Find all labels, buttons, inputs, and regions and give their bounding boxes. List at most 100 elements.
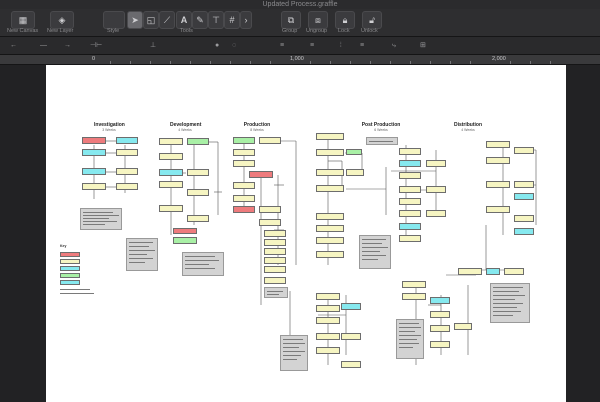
diagram-tool[interactable]: ⊤ [208, 11, 224, 29]
process-node[interactable] [426, 186, 446, 193]
process-node[interactable] [159, 181, 183, 188]
process-node[interactable] [316, 185, 344, 192]
process-node[interactable] [399, 210, 421, 217]
process-node[interactable] [116, 137, 138, 144]
process-node[interactable] [430, 311, 450, 318]
notes-block[interactable] [359, 235, 391, 269]
fill-icon[interactable]: ● [215, 41, 219, 50]
align-right-icon[interactable]: ≡ [360, 41, 364, 50]
process-node[interactable] [341, 333, 361, 340]
notes-block[interactable] [182, 252, 224, 276]
process-node[interactable] [264, 266, 286, 273]
process-node[interactable] [504, 268, 524, 275]
lock-button[interactable]: 🔒︎ [335, 11, 355, 29]
process-node[interactable] [259, 219, 281, 226]
process-node[interactable] [316, 213, 344, 220]
process-node[interactable] [430, 325, 450, 332]
process-node[interactable] [264, 230, 286, 237]
align-left-icon[interactable]: ≡ [280, 41, 284, 50]
process-node[interactable] [486, 157, 510, 164]
process-node[interactable] [264, 257, 286, 264]
pen-tool[interactable]: ✎ [192, 11, 208, 29]
process-node[interactable] [486, 181, 510, 188]
notes-block[interactable] [126, 238, 158, 271]
new-layer-button[interactable]: ◈ [50, 11, 74, 29]
notes-block[interactable] [490, 283, 530, 323]
text-tool[interactable]: A [176, 11, 192, 29]
process-node[interactable] [341, 303, 361, 310]
process-node[interactable] [187, 189, 209, 196]
text-baseline-icon[interactable]: ⊥ [150, 41, 156, 50]
process-node[interactable] [399, 160, 421, 167]
process-node[interactable] [233, 182, 255, 189]
stroke-color-icon[interactable]: ◌ [232, 41, 236, 50]
more-tools-button[interactable]: › [240, 11, 252, 29]
process-node[interactable] [399, 198, 421, 205]
process-node[interactable] [316, 133, 344, 140]
layout-icon[interactable]: ⊞ [420, 41, 426, 50]
process-node[interactable] [159, 169, 183, 176]
process-node[interactable] [264, 239, 286, 246]
process-node[interactable] [454, 323, 472, 330]
process-node[interactable] [346, 169, 364, 176]
notes-block[interactable] [366, 137, 398, 145]
notes-block[interactable] [80, 208, 122, 230]
process-node[interactable] [187, 138, 209, 145]
process-node[interactable] [486, 206, 510, 213]
connect-icon[interactable]: ⤷ [392, 41, 396, 50]
process-node[interactable] [259, 137, 281, 144]
line-tool[interactable]: ⟋ [159, 11, 175, 29]
process-node[interactable] [486, 268, 500, 275]
process-node[interactable] [116, 183, 138, 190]
ungroup-button[interactable]: ⧈ [308, 11, 328, 29]
process-node[interactable] [399, 186, 421, 193]
new-canvas-button[interactable]: ▦ [11, 11, 35, 29]
process-node[interactable] [399, 148, 421, 155]
process-node[interactable] [514, 193, 534, 200]
process-node[interactable] [159, 205, 183, 212]
process-node[interactable] [316, 347, 340, 354]
unlock-button[interactable]: 🔓︎ [362, 11, 382, 29]
process-node[interactable] [233, 195, 255, 202]
process-node[interactable] [316, 237, 344, 244]
process-node[interactable] [399, 223, 421, 230]
horizontal-ruler[interactable]: 0 1,000 2,000 [0, 55, 600, 65]
process-node[interactable] [316, 169, 344, 176]
process-node[interactable] [233, 137, 255, 144]
process-node[interactable] [514, 215, 534, 222]
process-node[interactable] [514, 181, 534, 188]
process-node[interactable] [173, 228, 197, 234]
canvas-area[interactable]: Investigation 3 Weeks Development 4 Week… [0, 65, 600, 402]
process-node[interactable] [486, 141, 510, 148]
process-node[interactable] [316, 333, 340, 340]
process-node[interactable] [316, 149, 344, 156]
process-node[interactable] [426, 210, 446, 217]
process-node[interactable] [514, 147, 534, 154]
process-node[interactable] [264, 248, 286, 255]
process-node[interactable] [458, 268, 482, 275]
process-node[interactable] [233, 149, 255, 156]
line-style-icon[interactable]: — [40, 41, 47, 50]
process-node[interactable] [82, 168, 106, 175]
group-button[interactable]: ⧉ [281, 11, 301, 29]
stroke-width-icon[interactable]: ⊣⊢ [90, 41, 102, 50]
diagram-page[interactable]: Investigation 3 Weeks Development 4 Week… [46, 65, 566, 402]
process-node[interactable] [82, 183, 106, 190]
process-node[interactable] [514, 228, 534, 235]
grid-tool[interactable]: # [224, 11, 240, 29]
process-node[interactable] [233, 160, 255, 167]
process-node[interactable] [341, 361, 361, 368]
process-node[interactable] [430, 297, 450, 304]
distribute-icon[interactable]: ⦙ [340, 41, 342, 50]
style-button[interactable] [103, 11, 125, 29]
process-node[interactable] [316, 251, 344, 258]
notes-block[interactable] [264, 287, 288, 298]
process-node[interactable] [249, 171, 273, 178]
process-node[interactable] [159, 138, 183, 145]
process-node[interactable] [399, 235, 421, 242]
line-start-icon[interactable]: ← [10, 41, 17, 50]
process-node[interactable] [399, 172, 421, 179]
process-node[interactable] [426, 160, 446, 167]
process-node[interactable] [430, 341, 450, 348]
notes-block[interactable] [280, 335, 308, 371]
